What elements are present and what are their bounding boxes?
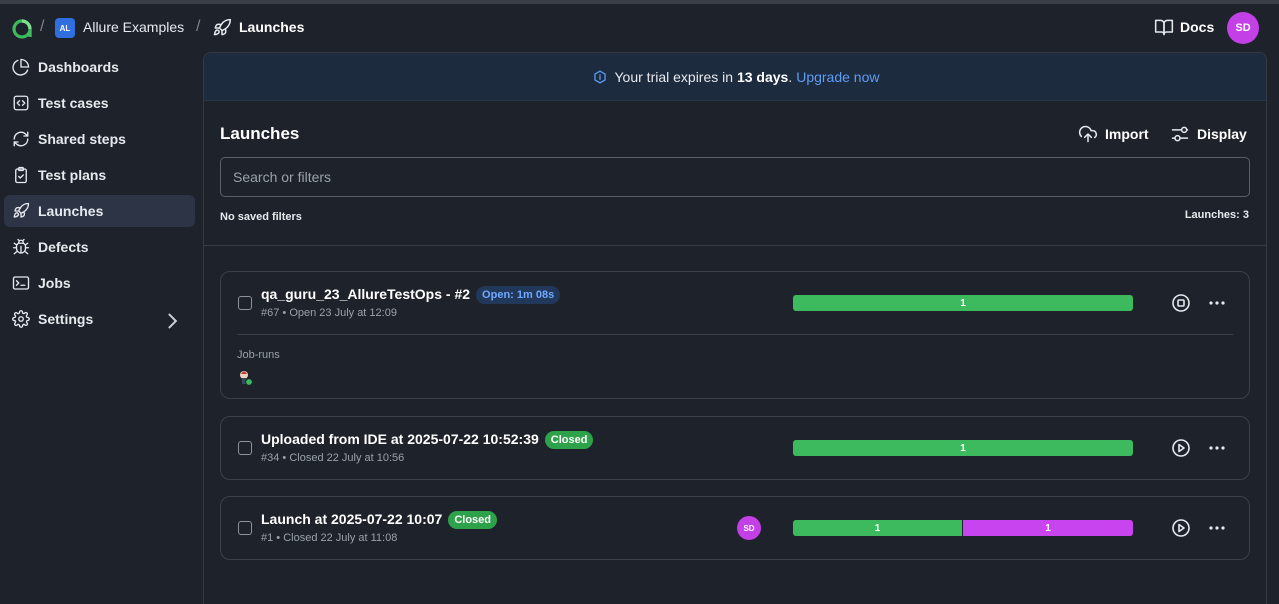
allure-logo-icon[interactable] bbox=[11, 18, 33, 40]
import-button[interactable]: Import bbox=[1078, 124, 1149, 144]
import-label: Import bbox=[1105, 126, 1149, 142]
sidebar-item-jobs[interactable]: Jobs bbox=[4, 267, 195, 299]
launch-name[interactable]: qa_guru_23_AllureTestOps - #2 Open: 1m 08… bbox=[261, 286, 561, 304]
card-divider bbox=[237, 334, 1233, 335]
launch-checkbox[interactable] bbox=[238, 441, 252, 455]
launch-card[interactable]: Launch at 2025-07-22 10:07 Closed #1 • Cl… bbox=[220, 496, 1250, 560]
launch-meta: #67 • Open 23 July at 12:09 bbox=[261, 307, 397, 319]
refresh-icon bbox=[13, 131, 29, 147]
unknown-segment: 1 bbox=[963, 520, 1133, 536]
passed-segment: 1 bbox=[793, 440, 1133, 456]
play-icon[interactable] bbox=[1171, 518, 1191, 538]
more-icon[interactable] bbox=[1207, 293, 1227, 313]
sidebar-item-label: Test cases bbox=[38, 95, 109, 111]
passed-segment: 1 bbox=[793, 295, 1133, 311]
sidebar-item-label: Dashboards bbox=[38, 59, 119, 75]
docs-label: Docs bbox=[1180, 19, 1215, 35]
breadcrumb-project[interactable]: Allure Examples bbox=[83, 19, 184, 35]
trial-prefix: Your trial expires in bbox=[614, 68, 734, 85]
status-badge: Open: 1m 08s bbox=[476, 286, 561, 304]
rocket-icon bbox=[213, 18, 232, 36]
sidebar-item-dashboards[interactable]: Dashboards bbox=[4, 51, 195, 83]
page-title: Launches bbox=[220, 124, 300, 143]
breadcrumb-separator: / bbox=[196, 18, 201, 35]
sidebar-item-label: Launches bbox=[38, 203, 104, 219]
passed-segment: 1 bbox=[793, 520, 963, 536]
sidebar-item-settings[interactable]: Settings bbox=[4, 303, 195, 335]
project-badge[interactable]: AL bbox=[55, 18, 75, 38]
status-badge: Closed bbox=[544, 431, 594, 449]
divider bbox=[204, 245, 1266, 246]
sidebar-item-label: Test plans bbox=[38, 167, 107, 183]
user-avatar[interactable]: SD bbox=[1227, 12, 1259, 44]
jenkins-job-icon[interactable] bbox=[237, 369, 255, 387]
sidebar-item-label: Shared steps bbox=[38, 131, 126, 147]
sidebar-item-test-cases[interactable]: Test cases bbox=[4, 87, 195, 119]
results-bar[interactable]: 1 1 bbox=[793, 520, 1133, 536]
assignee-avatar[interactable]: SD bbox=[737, 516, 761, 540]
chevron-right-icon[interactable] bbox=[163, 312, 181, 330]
clipboard-icon bbox=[15, 166, 27, 184]
saved-filters[interactable]: No saved filters bbox=[220, 211, 302, 223]
more-icon[interactable] bbox=[1207, 518, 1227, 538]
pie-chart-icon bbox=[12, 58, 30, 76]
launch-name-text: Uploaded from IDE at 2025-07-22 10:52:39 bbox=[261, 431, 539, 447]
breadcrumb-separator: / bbox=[40, 18, 45, 35]
launch-card[interactable]: qa_guru_23_AllureTestOps - #2 Open: 1m 08… bbox=[220, 271, 1250, 399]
launch-name-text: Launch at 2025-07-22 10:07 bbox=[261, 511, 443, 527]
trial-text: Your trial expires in 13 days. bbox=[615, 69, 793, 85]
code-icon bbox=[13, 95, 29, 111]
sidebar-item-shared-steps[interactable]: Shared steps bbox=[4, 123, 195, 155]
display-button[interactable]: Display bbox=[1170, 124, 1247, 144]
sidebar-item-launches[interactable]: Launches bbox=[4, 195, 195, 227]
stop-icon[interactable] bbox=[1171, 293, 1191, 313]
results-bar[interactable]: 1 bbox=[793, 295, 1133, 311]
upload-cloud-icon bbox=[1078, 125, 1098, 143]
launches-count: Launches: 3 bbox=[1184, 209, 1249, 221]
book-icon bbox=[1154, 19, 1174, 36]
breadcrumb-current: Launches bbox=[239, 19, 305, 35]
launch-card[interactable]: Uploaded from IDE at 2025-07-22 10:52:39… bbox=[220, 416, 1250, 480]
sidebar-item-test-plans[interactable]: Test plans bbox=[4, 159, 195, 191]
top-header: / AL Allure Examples / Launches Docs SD bbox=[0, 4, 1279, 50]
trial-period: . bbox=[788, 68, 793, 85]
sidebar: Dashboards Test cases Shared steps Test … bbox=[0, 50, 200, 604]
sidebar-item-defects[interactable]: Defects bbox=[4, 231, 195, 263]
trial-days: 13 days bbox=[736, 68, 789, 85]
sidebar-item-label: Defects bbox=[38, 239, 89, 255]
sidebar-item-label: Jobs bbox=[38, 275, 71, 291]
launch-meta: #34 • Closed 22 July at 10:56 bbox=[261, 452, 405, 464]
sidebar-item-label: Settings bbox=[38, 311, 94, 327]
launch-name[interactable]: Launch at 2025-07-22 10:07 Closed bbox=[261, 511, 498, 529]
status-badge: Closed bbox=[448, 511, 498, 529]
display-label: Display bbox=[1197, 126, 1247, 142]
launch-meta: #1 • Closed 22 July at 11:08 bbox=[261, 532, 398, 544]
bug-icon bbox=[12, 238, 30, 255]
gear-icon bbox=[12, 310, 30, 328]
launch-checkbox[interactable] bbox=[238, 296, 252, 310]
main-panel: Your trial expires in 13 days. Upgrade n… bbox=[203, 52, 1267, 604]
rocket-icon bbox=[13, 202, 30, 218]
play-icon[interactable] bbox=[1171, 438, 1191, 458]
docs-link[interactable]: Docs bbox=[1154, 17, 1214, 37]
search-input[interactable] bbox=[220, 157, 1250, 197]
terminal-icon bbox=[12, 276, 30, 290]
results-bar[interactable]: 1 bbox=[793, 440, 1133, 456]
more-icon[interactable] bbox=[1207, 438, 1227, 458]
upgrade-link[interactable]: Upgrade now bbox=[796, 69, 879, 85]
launch-name[interactable]: Uploaded from IDE at 2025-07-22 10:52:39… bbox=[261, 431, 594, 449]
job-runs-label: Job-runs bbox=[237, 349, 280, 361]
info-icon bbox=[593, 69, 606, 84]
launch-name-text: qa_guru_23_AllureTestOps - #2 bbox=[261, 286, 471, 302]
launch-checkbox[interactable] bbox=[238, 521, 252, 535]
trial-banner: Your trial expires in 13 days. Upgrade n… bbox=[204, 53, 1266, 101]
settings-sliders-icon bbox=[1171, 126, 1189, 142]
